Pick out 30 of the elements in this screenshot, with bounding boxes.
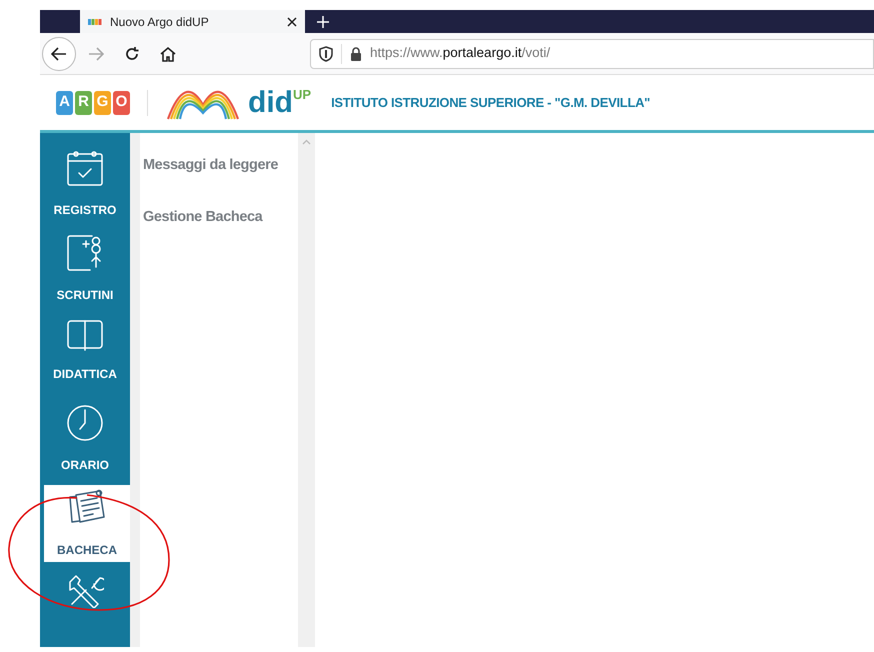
lock-icon: [350, 46, 362, 60]
home-icon[interactable]: [160, 46, 176, 62]
school-name: ISTITUTO ISTRUZIONE SUPERIORE - "G.M. DEVILLA": [331, 94, 650, 112]
logo-letter: G: [94, 90, 111, 114]
book-icon: [66, 319, 104, 351]
url-text: https://www.portaleargo.it/voti/: [370, 44, 550, 62]
sidebar-item[interactable]: REGISTRO: [40, 145, 130, 222]
back-button[interactable]: [42, 36, 76, 70]
new-tab-icon[interactable]: [317, 16, 329, 28]
back-arrow-icon: [51, 46, 67, 60]
browser-tab[interactable]: Nuovo Argo didUP: [80, 10, 305, 33]
scrollbar[interactable]: [298, 133, 315, 647]
calendar-icon: [66, 149, 104, 187]
sidebar-item[interactable]: DIDATTICA: [40, 315, 130, 392]
sidebar-item[interactable]: SCRUTINI: [40, 230, 130, 307]
sidebar-item[interactable]: ORARIO: [40, 400, 130, 477]
logo-letter: R: [75, 90, 92, 114]
site-favicon-icon: [88, 18, 102, 24]
submenu-link[interactable]: Messaggi da leggere: [143, 155, 298, 177]
app-name-superscript: UP: [293, 86, 312, 104]
close-icon[interactable]: [287, 16, 297, 26]
reload-icon[interactable]: [124, 46, 140, 62]
logo-letter: A: [56, 90, 73, 114]
logo-letter: O: [113, 90, 130, 114]
app-name: did: [248, 88, 293, 118]
shield-icon: [319, 46, 333, 62]
submenu-link[interactable]: Gestione Bacheca: [143, 206, 298, 228]
clock-icon: [66, 404, 104, 442]
sidebar-item[interactable]: BACHECA: [44, 485, 130, 562]
address-bar[interactable]: https://www.portaleargo.it/voti/: [310, 38, 874, 68]
